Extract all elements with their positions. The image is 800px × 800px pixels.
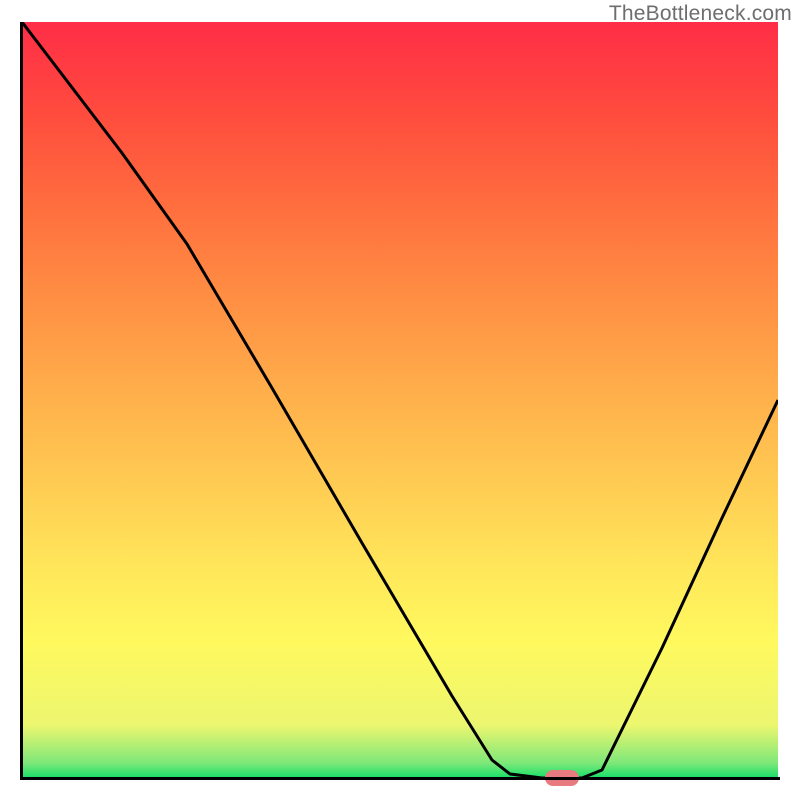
bottleneck-curve — [22, 22, 778, 778]
curve-layer — [22, 22, 778, 778]
x-axis-line — [20, 777, 780, 780]
y-axis-line — [20, 22, 23, 780]
bottleneck-chart: TheBottleneck.com — [0, 0, 800, 800]
plot-area — [22, 22, 778, 778]
